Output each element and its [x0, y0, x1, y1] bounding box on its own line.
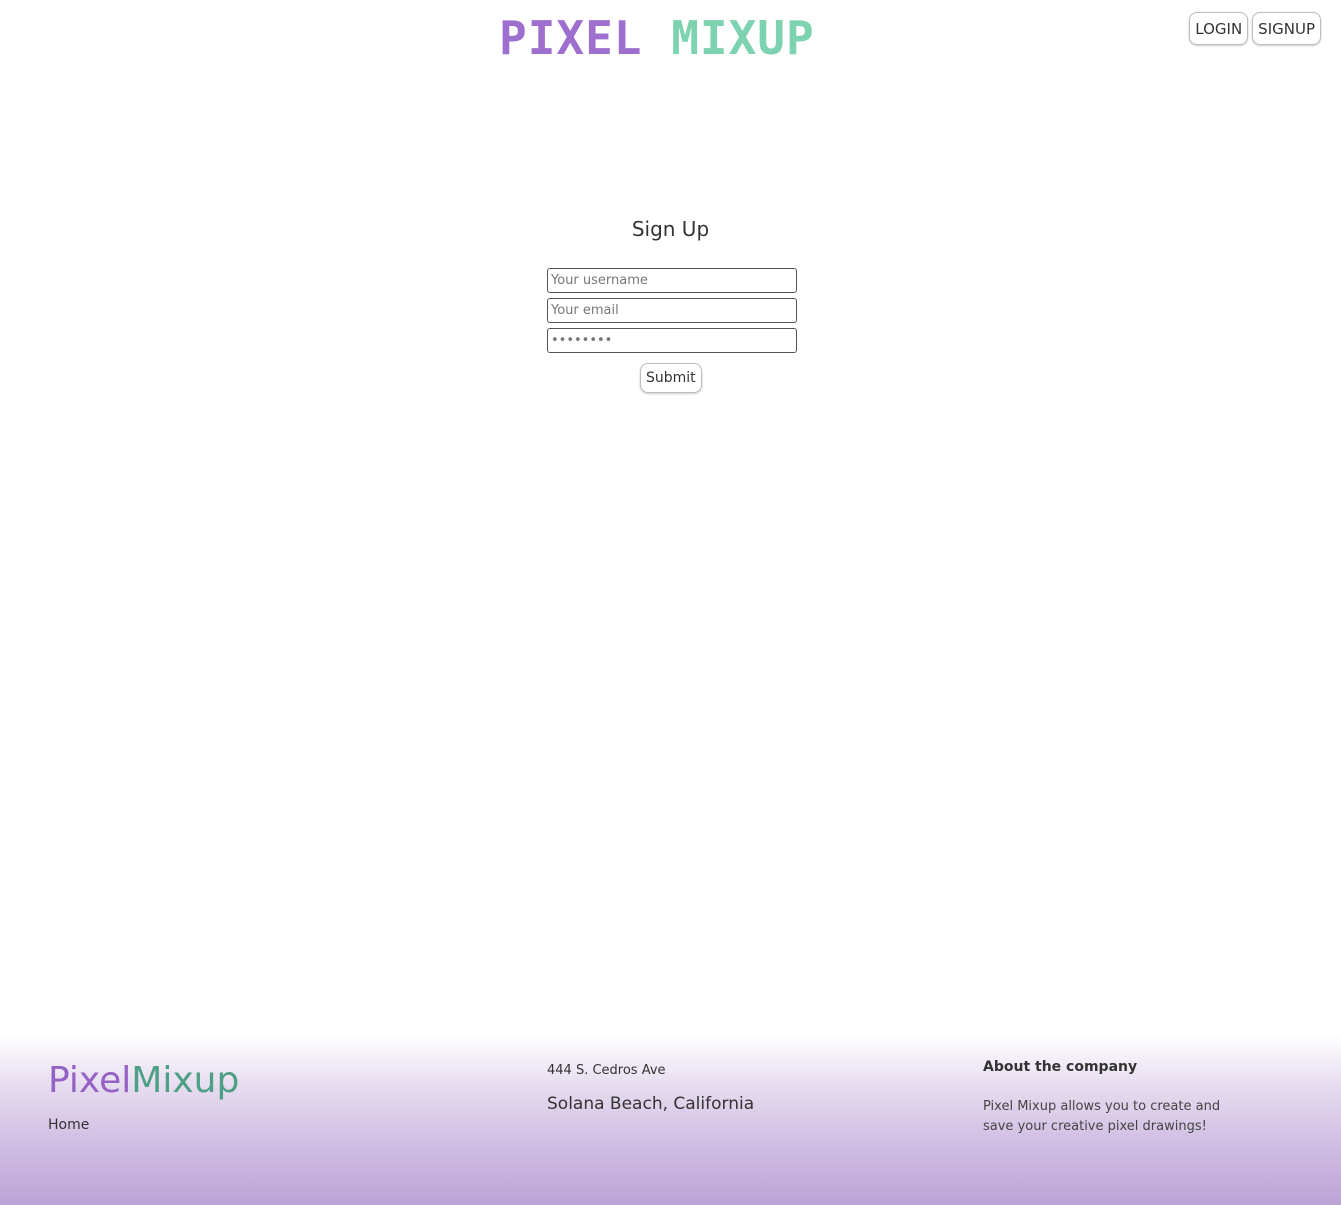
footer-brand-mixup: Mixup	[131, 1060, 240, 1101]
logo-text-pixel: PIXEL	[499, 11, 643, 65]
signup-button[interactable]: SIGNUP	[1252, 12, 1321, 45]
signup-title: Sign Up	[631, 217, 710, 241]
footer-address-street: 444 S. Cedros Ave	[547, 1063, 666, 1078]
email-input[interactable]	[547, 298, 797, 323]
login-button[interactable]: LOGIN	[1189, 12, 1249, 45]
footer-address-city: Solana Beach, California	[547, 1094, 755, 1114]
footer: PixelMixup Home 444 S. Cedros Ave Solana…	[0, 1035, 1341, 1205]
footer-about-text: Pixel Mixup allows you to create and sav…	[983, 1099, 1221, 1134]
username-input[interactable]	[547, 268, 797, 293]
header: PIXEL MIXUP LOGIN SIGNUP	[0, 0, 1341, 80]
footer-home-link[interactable]: Home	[48, 1117, 89, 1133]
footer-brand: PixelMixup	[48, 1059, 239, 1103]
footer-brand-pixel: Pixel	[48, 1060, 132, 1101]
signup-section: Sign Up	[0, 216, 1341, 353]
submit-button[interactable]: Submit	[640, 363, 702, 393]
auth-buttons: LOGIN SIGNUP	[1189, 12, 1321, 45]
signup-form	[547, 268, 797, 358]
site-logo[interactable]: PIXEL MIXUP	[499, 12, 815, 64]
footer-about-title: About the company	[983, 1059, 1138, 1075]
password-input[interactable]	[547, 328, 797, 353]
logo-text-mixup: MIXUP	[671, 11, 815, 65]
page: PIXEL MIXUP LOGIN SIGNUP Sign Up Submit …	[0, 0, 1341, 1205]
